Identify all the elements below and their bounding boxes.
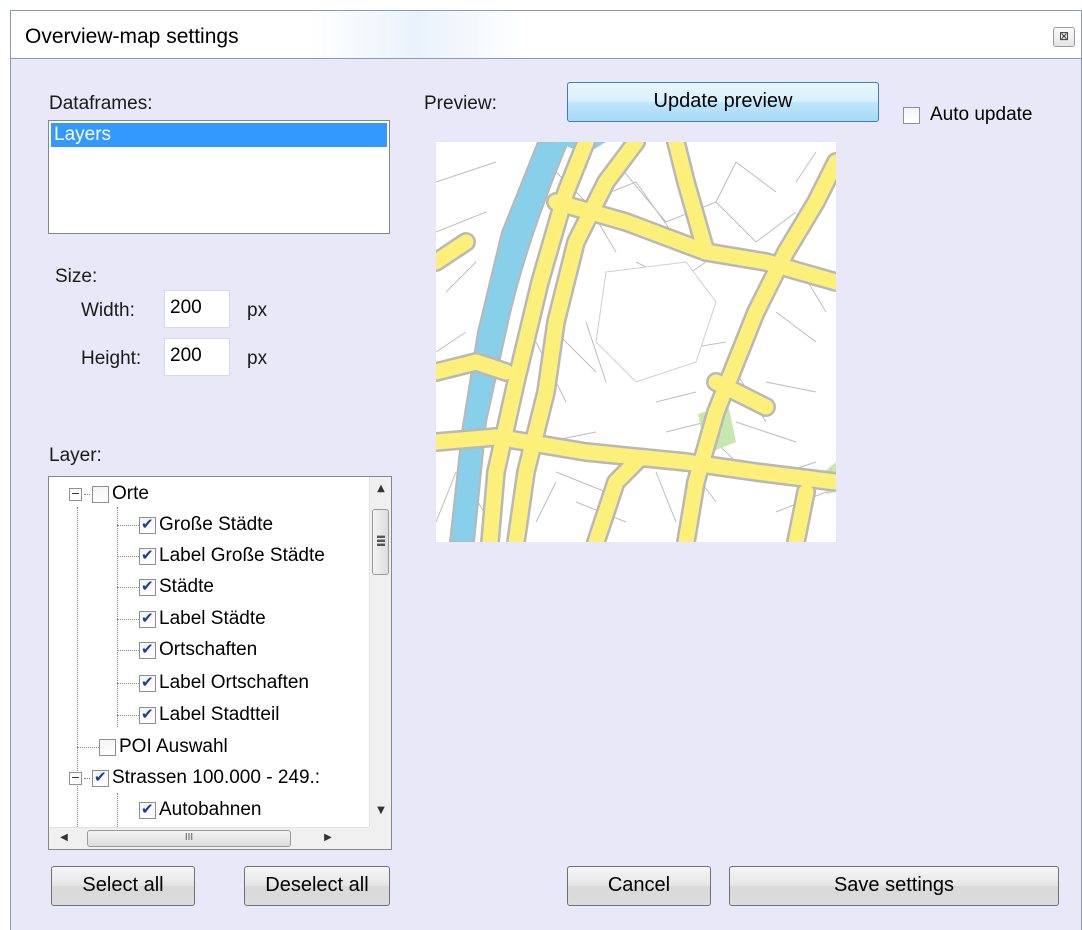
layer-checkbox[interactable]: [92, 768, 109, 787]
deselect-all-button[interactable]: Deselect all: [244, 866, 390, 906]
tree-line: [117, 650, 139, 651]
tree-line: [117, 587, 139, 588]
layer-checkbox[interactable]: [139, 800, 156, 819]
tree-item-label: Label Große Städte: [159, 545, 325, 566]
select-all-button[interactable]: Select all: [51, 866, 195, 906]
tree-item-label: Label Ortschaften: [159, 672, 309, 693]
scrollbar-thumb[interactable]: III: [87, 830, 291, 847]
tree-item-label: Label Stadtteil: [159, 704, 280, 725]
height-unit: px: [247, 348, 268, 369]
width-label: Width:: [81, 300, 135, 321]
scrollbar-thumb[interactable]: ▬ ▬ ▬: [372, 509, 389, 575]
overview-map-settings-dialog: Overview-map settings ⊠ Dataframes: Laye…: [10, 10, 1082, 930]
tree-line: [117, 556, 139, 557]
tree-item-label: Label Städte: [159, 608, 266, 629]
map-preview-image: [436, 142, 836, 542]
auto-update-box[interactable]: [903, 106, 920, 124]
tree-item-label: Ortschaften: [159, 639, 258, 660]
dialog-content: Dataframes: Layers Size: Width: 200 px H…: [11, 60, 1081, 930]
layer-checkbox[interactable]: [139, 609, 156, 628]
tree-line: [77, 747, 99, 748]
save-settings-button[interactable]: Save settings: [729, 866, 1059, 906]
tree-line: [117, 683, 139, 684]
layer-tree[interactable]: − Orte Große Städte Label Große Städte S…: [48, 476, 392, 850]
tree-item-label: POI Auswahl: [119, 736, 228, 757]
tree-item-grosse-staedte[interactable]: Große Städte: [139, 510, 273, 540]
tree-item-label-ortschaften[interactable]: Label Ortschaften: [139, 668, 309, 698]
collapse-icon[interactable]: −: [69, 487, 82, 501]
layer-checkbox[interactable]: [92, 485, 109, 503]
tree-item-label: Autobahnen: [159, 799, 262, 820]
tree-item-label-stadtteil[interactable]: Label Stadtteil: [139, 700, 279, 730]
layer-checkbox[interactable]: [139, 640, 156, 659]
update-preview-button[interactable]: Update preview: [567, 82, 879, 122]
tree-item-poi-auswahl[interactable]: POI Auswahl: [99, 732, 228, 762]
scroll-up-icon[interactable]: ▲: [372, 483, 390, 494]
width-unit: px: [247, 300, 268, 321]
height-input[interactable]: 200: [164, 338, 230, 376]
scroll-down-icon[interactable]: ▼: [372, 805, 390, 816]
dataframes-label: Dataframes:: [49, 93, 153, 114]
layer-checkbox[interactable]: [139, 705, 156, 724]
tree-item-ortschaften[interactable]: Ortschaften: [139, 635, 257, 665]
height-label: Height:: [81, 348, 142, 369]
scrollbar-corner: [369, 827, 391, 849]
close-icon[interactable]: ⊠: [1053, 27, 1075, 47]
tree-item-label: Städte: [159, 576, 214, 597]
cancel-button[interactable]: Cancel: [567, 866, 711, 906]
tree-item-orte[interactable]: − Orte: [69, 479, 149, 509]
tree-item-label: Strassen 100.000 - 249.:: [112, 767, 321, 788]
layer-checkbox[interactable]: [139, 515, 156, 534]
tree-item-label-grosse-staedte[interactable]: Label Große Städte: [139, 541, 325, 571]
layer-checkbox[interactable]: [139, 546, 156, 565]
layer-checkbox[interactable]: [99, 738, 116, 756]
map-preview-svg: [436, 142, 836, 542]
dataframe-item-layers[interactable]: Layers: [51, 123, 387, 147]
preview-label: Preview:: [424, 93, 497, 114]
scroll-left-icon[interactable]: ◀: [55, 832, 73, 843]
tree-item-staedte[interactable]: Städte: [139, 572, 214, 602]
tree-item-autobahnen[interactable]: Autobahnen: [139, 795, 262, 825]
scroll-right-icon[interactable]: ▶: [319, 832, 337, 843]
dataframes-listbox[interactable]: Layers: [48, 120, 390, 234]
tree-line: [117, 619, 139, 620]
size-label: Size:: [55, 266, 98, 287]
layer-label: Layer:: [49, 445, 102, 466]
width-input[interactable]: 200: [164, 290, 230, 328]
collapse-icon[interactable]: −: [69, 771, 82, 785]
title-bar: Overview-map settings ⊠: [11, 11, 1081, 59]
layer-checkbox[interactable]: [139, 673, 156, 692]
layer-checkbox[interactable]: [139, 577, 156, 596]
tree-horizontal-scrollbar[interactable]: ◀ III ▶: [49, 827, 371, 849]
tree-item-strassen[interactable]: − Strassen 100.000 - 249.:: [69, 763, 320, 793]
tree-line: [117, 525, 139, 526]
tree-line: [117, 507, 118, 727]
auto-update-checkbox[interactable]: Auto update: [903, 104, 1032, 126]
window-title: Overview-map settings: [25, 25, 239, 48]
tree-vertical-scrollbar[interactable]: ▲ ▬ ▬ ▬ ▼: [369, 477, 391, 829]
auto-update-label: Auto update: [930, 104, 1033, 125]
tree-item-label: Große Städte: [159, 514, 274, 535]
tree-item-label-staedte[interactable]: Label Städte: [139, 604, 266, 634]
tree-line: [117, 715, 139, 716]
tree-item-label: Orte: [112, 483, 149, 504]
